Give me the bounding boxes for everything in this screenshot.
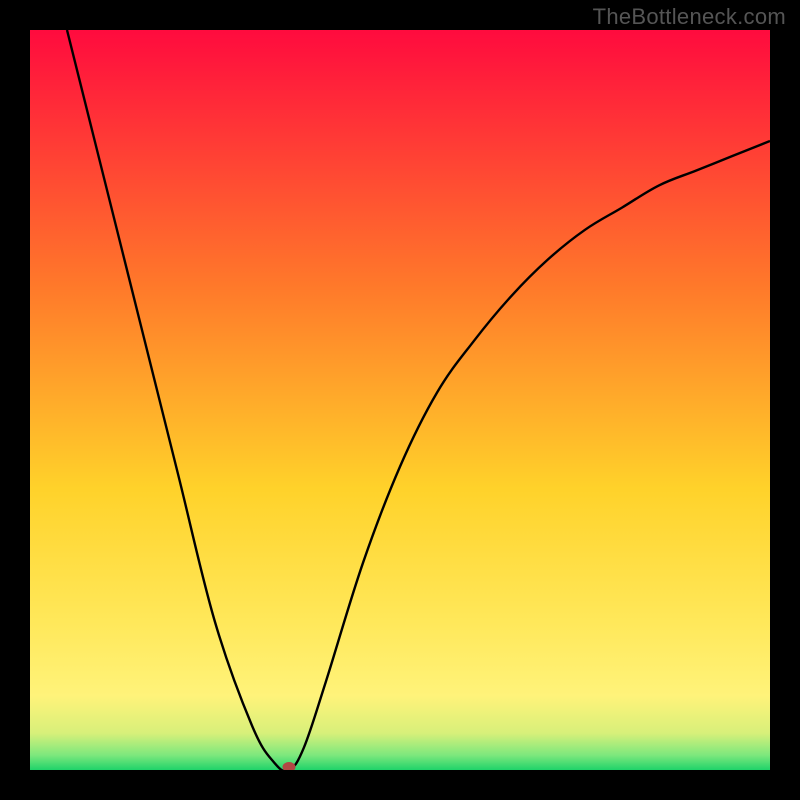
background-gradient: [30, 30, 770, 770]
plot-area: [30, 30, 770, 770]
chart-frame: TheBottleneck.com: [0, 0, 800, 800]
watermark-text: TheBottleneck.com: [593, 4, 786, 30]
plot-svg: [30, 30, 770, 770]
